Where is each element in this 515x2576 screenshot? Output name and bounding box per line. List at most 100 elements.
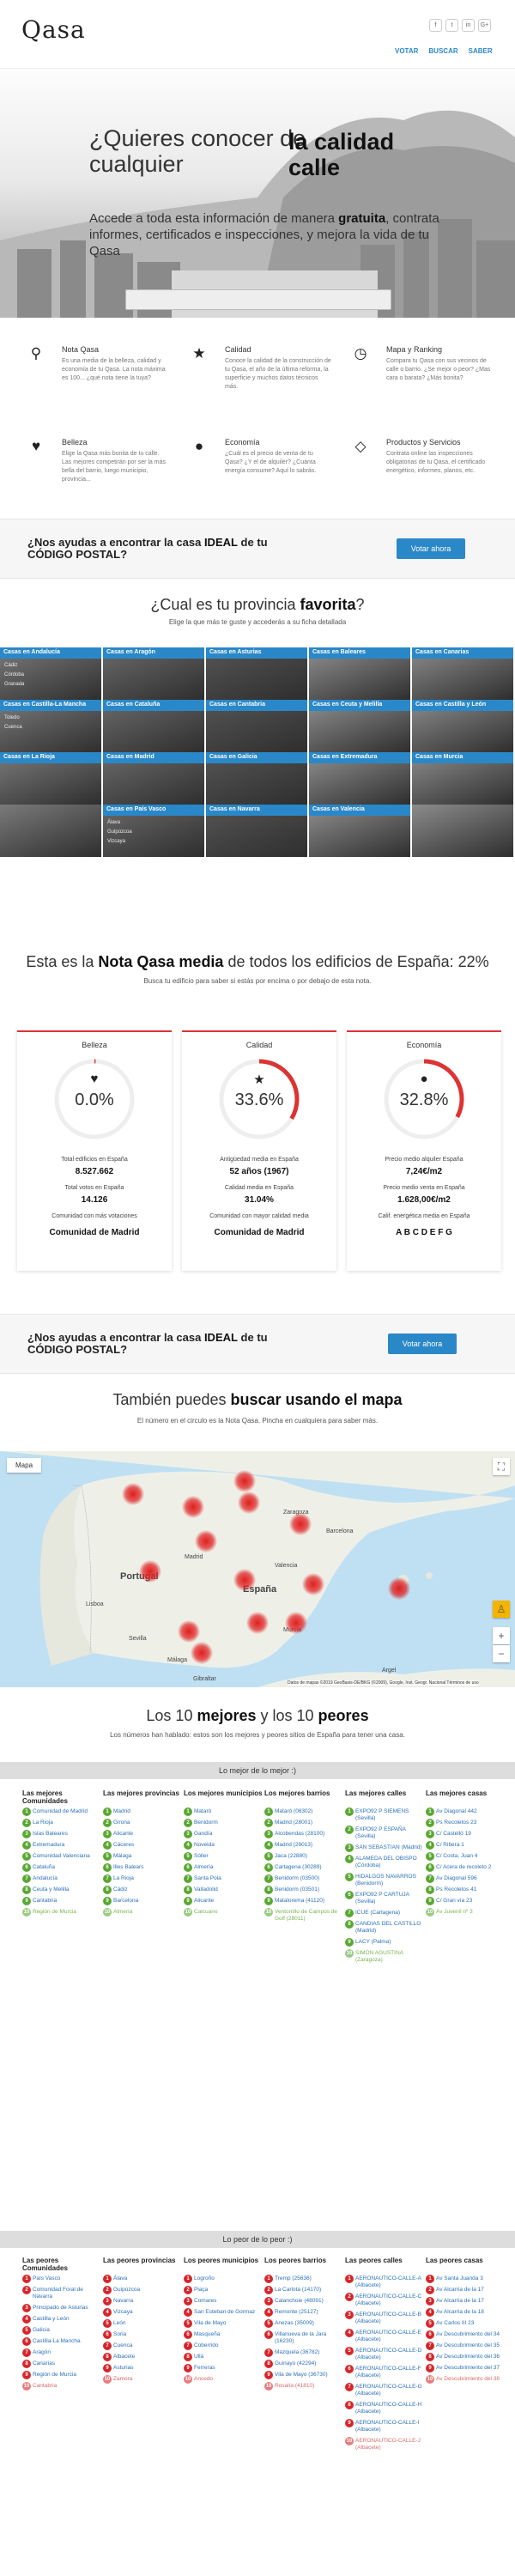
ranking-item[interactable]: 4 Cáceres xyxy=(103,1841,182,1850)
ranking-item[interactable]: 2 Piaça xyxy=(184,2286,263,2294)
province-tile[interactable]: Casas en Ceuta y Melilla xyxy=(309,700,410,752)
ranking-item[interactable]: 7 ICUE (Cartagena) xyxy=(345,1909,424,1917)
fullscreen-icon[interactable]: ⛶ xyxy=(493,1458,510,1475)
ranking-item[interactable]: 8 Cádiz xyxy=(103,1886,182,1894)
map-marker[interactable] xyxy=(388,1577,410,1600)
ranking-item[interactable]: 10 Región de Murcia xyxy=(22,1908,101,1917)
ranking-item[interactable]: 3 Principado de Asturias xyxy=(22,2304,101,2312)
ranking-item[interactable]: 2 Comunidad Foral de Navarra xyxy=(22,2286,101,2300)
map-marker[interactable] xyxy=(233,1569,256,1591)
province-tile[interactable]: Casas en Valencia xyxy=(309,805,410,857)
votar-ahora-button[interactable]: Votar ahora xyxy=(397,538,465,559)
province-tile[interactable]: Casas en Aragón xyxy=(103,647,204,700)
province-tile[interactable]: Casas en Asturias xyxy=(206,647,307,700)
ranking-item[interactable]: 2 Ps Recoletos 23 xyxy=(426,1819,505,1827)
ranking-item[interactable]: 7 La Rioja xyxy=(103,1874,182,1883)
ranking-item[interactable]: 5 Vila de Mayo xyxy=(184,2319,263,2328)
ranking-item[interactable]: 1 Álava xyxy=(103,2275,182,2283)
ranking-item[interactable]: 10 Ventorrillo de Campos de Golf (28011) xyxy=(264,1908,343,1923)
ranking-item[interactable]: 10 Zamora xyxy=(103,2375,182,2384)
ranking-item[interactable]: 8 Ceuta y Melilla xyxy=(22,1886,101,1894)
province-tile[interactable]: Casas en Cantabria xyxy=(206,700,307,752)
ranking-item[interactable]: 8 Benidorm (03501) xyxy=(264,1886,343,1894)
province-tile[interactable]: Casas en Castilla y León xyxy=(412,700,513,752)
ranking-item[interactable]: 9 LACY (Palma) xyxy=(345,1938,424,1947)
ranking-item[interactable]: 5 Anezas (35009) xyxy=(264,2319,343,2328)
ranking-item[interactable]: 1 Tremp (25636) xyxy=(264,2275,343,2283)
ranking-item[interactable]: 8 Av Descubrimiento del 36 xyxy=(426,2353,505,2361)
ranking-item[interactable]: 2 Girona xyxy=(103,1819,182,1827)
nav-saber[interactable]: SABER xyxy=(469,47,493,55)
ranking-item[interactable]: 7 Benidorm (03500) xyxy=(264,1874,343,1883)
province-sub-item[interactable]: Guipúzcoa xyxy=(107,828,132,837)
province-tile[interactable]: Casas en Madrid xyxy=(103,752,204,805)
ranking-item[interactable]: 10 SIMON AGUSTINA (Zaragoza) xyxy=(345,1949,424,1964)
ranking-item[interactable]: 8 Valladolid xyxy=(184,1886,263,1894)
ranking-item[interactable]: 1 EXPO92 P SIEMENS (Sevilla) xyxy=(345,1807,424,1822)
qasa-logo[interactable]: Qasa xyxy=(21,15,86,44)
ranking-item[interactable]: 10 Ancedo xyxy=(184,2375,263,2384)
ranking-item[interactable]: 10 Calcuano xyxy=(184,1908,263,1917)
map-marker[interactable] xyxy=(122,1483,144,1505)
ranking-item[interactable]: 3 Calanchoie (48091) xyxy=(264,2297,343,2306)
ranking-item[interactable]: 4 AERONAUTICO-CALLE-E (Albacete) xyxy=(345,2329,424,2343)
ranking-item[interactable]: 6 Illes Balears xyxy=(103,1863,182,1872)
province-sub-item[interactable]: Álava xyxy=(107,818,132,828)
ranking-item[interactable]: 6 EXPO92 P CARTUJA (Sevilla) xyxy=(345,1891,424,1905)
ranking-item[interactable]: 2 Madrid (28001) xyxy=(264,1819,343,1827)
ranking-item[interactable]: 9 Barcelona xyxy=(103,1897,182,1905)
ranking-item[interactable]: 1 Comunidad de Madrid xyxy=(22,1807,101,1816)
map-marker[interactable] xyxy=(178,1620,200,1643)
ranking-item[interactable]: 8 Albacete xyxy=(103,2353,182,2361)
province-sub-item[interactable]: Toledo xyxy=(4,714,22,723)
ranking-item[interactable]: 9 Asturias xyxy=(103,2364,182,2372)
ranking-item[interactable]: 7 Aragón xyxy=(22,2348,101,2357)
zoom-in-button[interactable]: + xyxy=(493,1627,510,1644)
votar-ahora-button-2[interactable]: Votar ahora xyxy=(388,1334,457,1354)
nav-votar[interactable]: VOTAR xyxy=(395,47,418,55)
ranking-item[interactable]: 10 Cantabria xyxy=(22,2382,101,2391)
ranking-item[interactable]: 4 Novelda xyxy=(184,1841,263,1850)
ranking-item[interactable]: 3 Islas Baleares xyxy=(22,1830,101,1838)
ranking-item[interactable]: 10 AERONAUTICO-CALLE-J (Albacete) xyxy=(345,2437,424,2451)
map-marker[interactable] xyxy=(182,1496,204,1518)
ranking-item[interactable]: 7 Av Diagonal 596 xyxy=(426,1874,505,1883)
ranking-item[interactable]: 5 Comunidad Valenciana xyxy=(22,1852,101,1861)
nav-buscar[interactable]: BUSCAR xyxy=(428,47,457,55)
ranking-item[interactable]: 4 Remonte (25127) xyxy=(264,2308,343,2317)
ranking-item[interactable]: 6 Cartagena (30289) xyxy=(264,1863,343,1872)
ranking-item[interactable]: 6 Castilla-La Mancha xyxy=(22,2337,101,2346)
province-sub-item[interactable]: Córdoba xyxy=(4,671,24,680)
ranking-item[interactable]: 1 Av Santa Juanda 3 xyxy=(426,2275,505,2283)
ranking-item[interactable]: 4 Av Alcarria de la 18 xyxy=(426,2308,505,2317)
map-marker[interactable] xyxy=(302,1573,324,1595)
ranking-item[interactable]: 9 Cantabria xyxy=(22,1897,101,1905)
province-sub-item[interactable]: Granada xyxy=(4,680,24,690)
ranking-item[interactable]: 3 SAN SEBASTIAN (Madrid) xyxy=(345,1844,424,1852)
ranking-item[interactable]: 4 San Esteban de Gormaz xyxy=(184,2308,263,2317)
ranking-item[interactable]: 8 Ullá xyxy=(184,2353,263,2361)
ranking-item[interactable]: 4 Vizcaya xyxy=(103,2308,182,2317)
ranking-item[interactable]: 3 Navarra xyxy=(103,2297,182,2306)
twitter-icon[interactable]: t xyxy=(445,19,458,32)
ranking-item[interactable]: 4 Castilla y León xyxy=(22,2315,101,2324)
ranking-item[interactable]: 2 Av Alcarria de la 17 xyxy=(426,2286,505,2294)
ranking-item[interactable]: 5 Sóller xyxy=(184,1852,263,1861)
facebook-icon[interactable]: f xyxy=(429,19,442,32)
ranking-item[interactable]: 5 Galicia xyxy=(22,2326,101,2335)
ranking-item[interactable]: 6 Soria xyxy=(103,2330,182,2339)
ranking-item[interactable]: 9 Av Descubrimiento del 37 xyxy=(426,2364,505,2372)
ranking-item[interactable]: 3 AERONAUTICO-CALLE-B (Albacete) xyxy=(345,2311,424,2325)
map-marker[interactable] xyxy=(238,1492,260,1514)
map-marker[interactable] xyxy=(246,1612,269,1634)
ranking-item[interactable]: 1 Madrid xyxy=(103,1807,182,1816)
map-type-button[interactable]: Mapa xyxy=(7,1458,42,1473)
ranking-item[interactable]: 4 Extremadura xyxy=(22,1841,101,1850)
province-sub-item[interactable]: Vizcaya xyxy=(107,837,132,847)
ranking-item[interactable]: 5 HIDALGOS NAVARROS (Benidorm) xyxy=(345,1873,424,1887)
ranking-item[interactable]: 6 C/ Acera de recoleto 2 xyxy=(426,1863,505,1872)
province-tile[interactable]: Casas en La Rioja xyxy=(0,752,101,805)
ranking-item[interactable]: 5 AERONAUTICO-CALLE-D (Albacete) xyxy=(345,2347,424,2361)
province-tile[interactable]: Casas en Galicia xyxy=(206,752,307,805)
ranking-item[interactable]: 1 Mataró xyxy=(184,1807,263,1816)
